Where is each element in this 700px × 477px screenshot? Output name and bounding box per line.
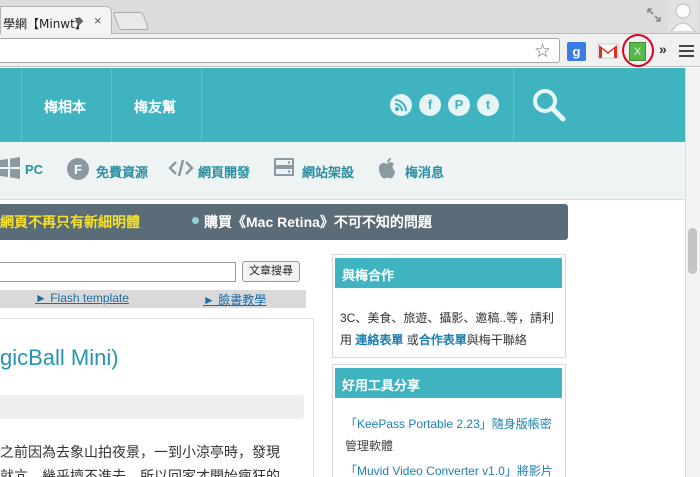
extension-highlight-circle — [622, 34, 654, 67]
site-search-icon[interactable] — [531, 87, 567, 123]
fullscreen-icon[interactable] — [645, 6, 663, 24]
site-header: 梅相本 梅友幫 f P t — [0, 68, 700, 142]
cooperation-form-link[interactable]: 合作表單 — [419, 333, 467, 347]
category-news[interactable]: 梅消息 — [405, 162, 444, 181]
tab-close-icon[interactable]: × — [94, 13, 102, 28]
facebook-icon[interactable]: f — [419, 94, 441, 116]
code-icon — [168, 156, 194, 185]
post-excerpt: 之前因為去象山拍夜景，一到小涼亭時，發現 就亢，幾乎擠不進去，所以回家才開始瘋狂… — [0, 440, 296, 477]
ticker-link-font[interactable]: 網頁不再只有新細明體 — [0, 212, 140, 232]
sidebar-tools-title: 好用工具分享 — [335, 368, 562, 398]
star-icon[interactable]: ☆ — [534, 40, 551, 63]
server-icon — [274, 156, 294, 187]
nav-divider — [201, 68, 202, 142]
browser-tab[interactable]: 學網【Minwt】 ◆ × — [0, 6, 112, 35]
profile-icon[interactable] — [668, 0, 698, 33]
category-free-resources[interactable]: 免費資源 — [96, 162, 148, 181]
link-facebook-tutorial[interactable]: ► 臉書教學 — [203, 291, 266, 308]
nav-item-album[interactable]: 梅相本 — [44, 97, 86, 117]
link-flash-template[interactable]: ► Flash template — [35, 291, 129, 305]
plurk-icon[interactable]: P — [448, 94, 470, 116]
article-search-input[interactable] — [0, 262, 236, 282]
free-resource-icon: F — [66, 156, 90, 187]
tool-link-keepass[interactable]: 「KeePass Portable 2.23」隨身版帳密 管理軟體 — [345, 413, 561, 457]
tab-audio-icon: ◆ — [75, 15, 84, 27]
cooperation-line: 3C、美食、旅遊、攝影、邀稿..等，請利 — [340, 311, 555, 325]
post-title[interactable]: gicBall Mini) — [0, 345, 119, 371]
browser-toolbar: ☆ — [0, 34, 700, 67]
apple-icon — [377, 156, 397, 187]
contact-form-link[interactable]: 連絡表單 — [355, 333, 403, 347]
sidebar-cooperation-title: 與梅合作 — [335, 258, 562, 288]
tool-link-line[interactable]: 「KeePass Portable 2.23」隨身版帳密 — [345, 413, 561, 435]
post-meta-bar — [0, 395, 304, 419]
scrollbar-thumb[interactable] — [688, 228, 697, 274]
new-tab-button[interactable] — [112, 12, 150, 30]
svg-text:F: F — [74, 162, 82, 177]
ticker-bullet — [192, 217, 199, 224]
nav-item-friends[interactable]: 梅友幫 — [134, 97, 176, 117]
gmail-extension-icon[interactable] — [597, 43, 619, 59]
category-hosting[interactable]: 網站架設 — [302, 162, 354, 181]
cooperation-text: 與梅干聯絡 — [466, 333, 527, 347]
category-pc[interactable]: PC — [25, 162, 43, 177]
tool-link-muvid[interactable]: 「Muvid Video Converter v1.0」將影片 — [345, 460, 561, 477]
google-extension-icon[interactable]: g — [567, 42, 586, 61]
chevron-right-icon[interactable]: » — [659, 41, 667, 57]
cooperation-text: 或 — [406, 333, 419, 347]
category-bar: PC F 免費資源 網頁開發 網站架設 梅消息 — [0, 142, 700, 200]
nav-divider — [111, 68, 112, 142]
category-web-dev[interactable]: 網頁開發 — [198, 162, 250, 181]
article-search-button[interactable]: 文章搜尋 — [242, 261, 300, 282]
nav-divider — [513, 68, 514, 142]
menu-icon[interactable] — [679, 45, 694, 57]
news-ticker: 網頁不再只有新細明體 購買《Mac Retina》不可不知的問題 — [0, 204, 568, 240]
nav-divider — [21, 68, 22, 142]
post-excerpt-line: 就亢，幾乎擠不進去，所以回家才開始瘋狂的 — [0, 468, 280, 477]
twitter-icon[interactable]: t — [477, 94, 499, 116]
tool-link-line[interactable]: 管理軟體 — [345, 435, 561, 457]
cooperation-text: 用 — [340, 333, 353, 347]
post-excerpt-line: 之前因為去象山拍夜景，一到小涼亭時，發現 — [0, 444, 280, 460]
ticker-link-retina[interactable]: 購買《Mac Retina》不可不知的問題 — [204, 212, 432, 232]
sidebar-cooperation-text: 3C、美食、旅遊、攝影、邀稿..等，請利 用 連絡表單 或合作表單與梅干聯絡 — [340, 307, 562, 351]
cooperation-line-2: 用 連絡表單 或合作表單與梅干聯絡 — [340, 329, 562, 351]
rss-icon[interactable] — [390, 94, 412, 116]
browser-tab-strip: 學網【Minwt】 ◆ × — [0, 0, 700, 35]
windows-icon — [0, 156, 20, 185]
address-bar[interactable]: ☆ — [0, 38, 560, 63]
quick-links-bar: ► Flash template ► 臉書教學 — [0, 290, 306, 308]
